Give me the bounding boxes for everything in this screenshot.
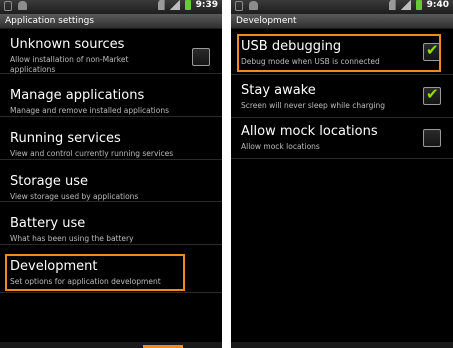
- battery-icon: [184, 0, 191, 10]
- setting-title: Battery use: [10, 216, 86, 231]
- check-icon: ✔: [426, 85, 439, 103]
- mock-locations-checkbox[interactable]: [423, 129, 441, 147]
- bottom-tab-peek: [231, 342, 453, 348]
- screen-title: Development: [231, 14, 453, 29]
- unknown-sources-checkbox[interactable]: [192, 48, 210, 66]
- right-phone-screen: 9:40 Development USB debugging Debug mod…: [231, 0, 453, 348]
- setting-subtitle: View and control currently running servi…: [10, 149, 174, 158]
- status-bar: 9:40: [231, 0, 453, 14]
- setting-subtitle: What has been using the battery: [10, 234, 134, 243]
- setting-stay-awake[interactable]: Stay awake Screen will never sleep while…: [231, 75, 453, 118]
- signal-icon: [400, 0, 411, 10]
- usb-icon: [235, 1, 243, 11]
- setting-title: Running services: [10, 131, 121, 146]
- usb-icon: [4, 1, 12, 11]
- sd-card-icon: [157, 0, 165, 10]
- bottom-tab-peek: [0, 342, 222, 348]
- setting-unknown-sources[interactable]: Unknown sources Allow installation of no…: [0, 31, 222, 74]
- setting-subtitle: Allow installation of non-Market applica…: [10, 55, 129, 74]
- setting-running-services[interactable]: Running services View and control curren…: [0, 117, 222, 160]
- usb-debugging-highlight: [237, 34, 441, 72]
- setting-title: Manage applications: [10, 88, 145, 103]
- setting-manage-applications[interactable]: Manage applications Manage and remove in…: [0, 74, 222, 117]
- setting-storage-use[interactable]: Storage use View storage used by applica…: [0, 160, 222, 202]
- setting-title: Stay awake: [241, 83, 316, 98]
- screen-title: Application settings: [0, 14, 222, 29]
- android-icon: [249, 1, 258, 10]
- setting-subtitle: View storage used by applications: [10, 192, 139, 201]
- left-phone-screen: 9:39 Application settings Unknown source…: [0, 0, 222, 348]
- stay-awake-checkbox[interactable]: ✔: [423, 85, 441, 105]
- setting-subtitle: Manage and remove installed applications: [10, 106, 170, 115]
- setting-allow-mock-locations[interactable]: Allow mock locations Allow mock location…: [231, 118, 453, 159]
- status-time: 9:39: [195, 0, 218, 10]
- sd-card-icon: [388, 0, 396, 10]
- setting-battery-use[interactable]: Battery use What has been using the batt…: [0, 202, 222, 245]
- setting-subtitle: Screen will never sleep while charging: [241, 101, 386, 110]
- status-bar: 9:39: [0, 0, 222, 14]
- battery-icon: [415, 0, 422, 10]
- signal-icon: [169, 0, 180, 10]
- setting-title: Unknown sources: [10, 37, 125, 52]
- status-time: 9:40: [426, 0, 449, 10]
- setting-title: Storage use: [10, 174, 89, 189]
- android-icon: [18, 1, 27, 10]
- setting-subtitle: Allow mock locations: [241, 142, 320, 151]
- setting-title: Allow mock locations: [241, 124, 378, 139]
- development-highlight: [5, 254, 185, 291]
